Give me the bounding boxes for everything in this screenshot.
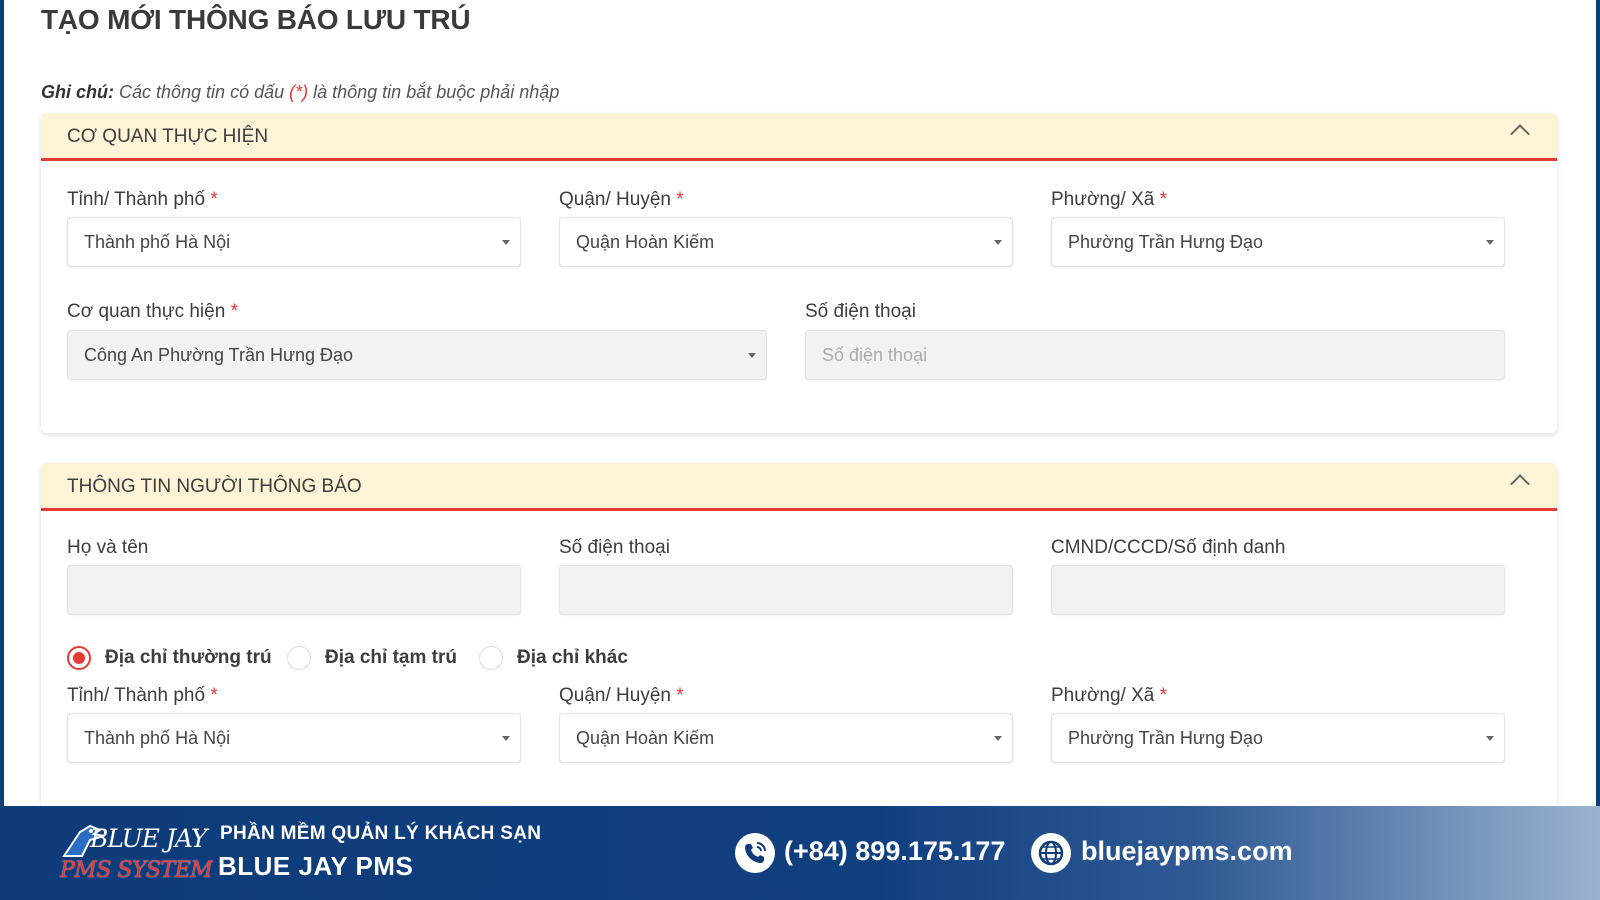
logo-text-bottom: PMS SYSTEM: [60, 858, 213, 883]
province-value: Thành phố Hà Nội: [84, 232, 231, 252]
district-label: Quận/ Huyện *: [559, 685, 684, 706]
chevron-up-icon[interactable]: [1510, 124, 1530, 144]
caret-down-icon: [502, 240, 510, 245]
caret-down-icon: [748, 353, 756, 358]
district-value: Quận Hoàn Kiếm: [576, 232, 715, 252]
agency-phone-placeholder: Số điện thoại: [822, 345, 928, 365]
caret-down-icon: [994, 736, 1002, 741]
province-select[interactable]: Thành phố Hà Nội: [67, 713, 521, 763]
note-required-mark: (*): [289, 82, 309, 102]
caret-down-icon: [502, 736, 510, 741]
id-number-label: CMND/CCCD/Số định danh: [1051, 537, 1286, 558]
globe-icon: [1031, 833, 1071, 873]
brand-tagline: PHẦN MỀM QUẢN LÝ KHÁCH SẠN: [220, 823, 542, 844]
agency-section-header[interactable]: CƠ QUAN THỰC HIỆN: [41, 113, 1557, 161]
page-title: TẠO MỚI THÔNG BÁO LƯU TRÚ: [41, 4, 471, 35]
agency-phone-label: Số điện thoại: [805, 301, 916, 322]
radio-other-address[interactable]: [479, 646, 503, 670]
contact-website[interactable]: bluejaypms.com: [1081, 836, 1293, 867]
blue-jay-logo: BLUE JAY PMS SYSTEM: [60, 818, 213, 890]
notifier-section: THÔNG TIN NGƯỜI THÔNG BÁO Họ và tên Số đ…: [41, 463, 1557, 806]
caret-down-icon: [1486, 736, 1494, 741]
caret-down-icon: [994, 240, 1002, 245]
section-title: THÔNG TIN NGƯỜI THÔNG BÁO: [67, 476, 362, 497]
caret-down-icon: [1486, 240, 1494, 245]
ward-value: Phường Trần Hưng Đạo: [1068, 232, 1264, 252]
ward-select[interactable]: Phường Trần Hưng Đạo: [1051, 713, 1505, 763]
agency-label: Cơ quan thực hiện *: [67, 301, 238, 322]
required-note: Ghi chú: Các thông tin có dấu (*) là thô…: [41, 82, 559, 103]
brand-name: BLUE JAY PMS: [218, 851, 414, 881]
district-value: Quận Hoàn Kiếm: [576, 728, 715, 748]
logo-text-top: BLUE JAY: [90, 824, 207, 853]
agency-section: CƠ QUAN THỰC HIỆN Tỉnh/ Thành phố * Thàn…: [41, 113, 1557, 433]
radio-label-permanent[interactable]: Địa chỉ thường trú: [105, 647, 272, 669]
phone-icon: [735, 833, 775, 873]
province-label: Tỉnh/ Thành phố *: [67, 685, 218, 706]
full-name-input[interactable]: [67, 565, 521, 615]
radio-label-other[interactable]: Địa chỉ khác: [517, 647, 628, 669]
radio-label-temporary[interactable]: Địa chỉ tạm trú: [325, 647, 457, 669]
app-screen: TẠO MỚI THÔNG BÁO LƯU TRÚ Ghi chú: Các t…: [4, 0, 1596, 806]
promo-banner: BLUE JAY PMS SYSTEM PHẦN MỀM QUẢN LÝ KHÁ…: [0, 806, 1600, 900]
notifier-phone-input[interactable]: [559, 565, 1013, 615]
radio-permanent-address[interactable]: [67, 646, 91, 670]
ward-label: Phường/ Xã *: [1051, 685, 1168, 706]
district-label: Quận/ Huyện *: [559, 189, 684, 210]
agency-value: Công An Phường Trần Hưng Đạo: [84, 345, 354, 365]
chevron-up-icon[interactable]: [1510, 474, 1530, 494]
notifier-phone-label: Số điện thoại: [559, 537, 670, 558]
province-value: Thành phố Hà Nội: [84, 728, 231, 748]
contact-phone[interactable]: (+84) 899.175.177: [784, 836, 1005, 867]
id-number-input[interactable]: [1051, 565, 1505, 615]
radio-temporary-address[interactable]: [287, 646, 311, 670]
note-text-after: là thông tin bắt buộc phải nhập: [308, 82, 560, 102]
section-title: CƠ QUAN THỰC HIỆN: [67, 126, 269, 147]
province-label: Tỉnh/ Thành phố *: [67, 189, 218, 210]
agency-phone-input[interactable]: Số điện thoại: [805, 330, 1505, 380]
ward-value: Phường Trần Hưng Đạo: [1068, 728, 1264, 748]
notifier-section-header[interactable]: THÔNG TIN NGƯỜI THÔNG BÁO: [41, 463, 1557, 511]
ward-select[interactable]: Phường Trần Hưng Đạo: [1051, 217, 1505, 267]
district-select[interactable]: Quận Hoàn Kiếm: [559, 713, 1013, 763]
ward-label: Phường/ Xã *: [1051, 189, 1168, 210]
district-select[interactable]: Quận Hoàn Kiếm: [559, 217, 1013, 267]
full-name-label: Họ và tên: [67, 537, 149, 558]
note-label: Ghi chú:: [41, 82, 114, 102]
note-text: Các thông tin có dấu: [114, 82, 290, 102]
province-select[interactable]: Thành phố Hà Nội: [67, 217, 521, 267]
agency-select[interactable]: Công An Phường Trần Hưng Đạo: [67, 330, 767, 380]
